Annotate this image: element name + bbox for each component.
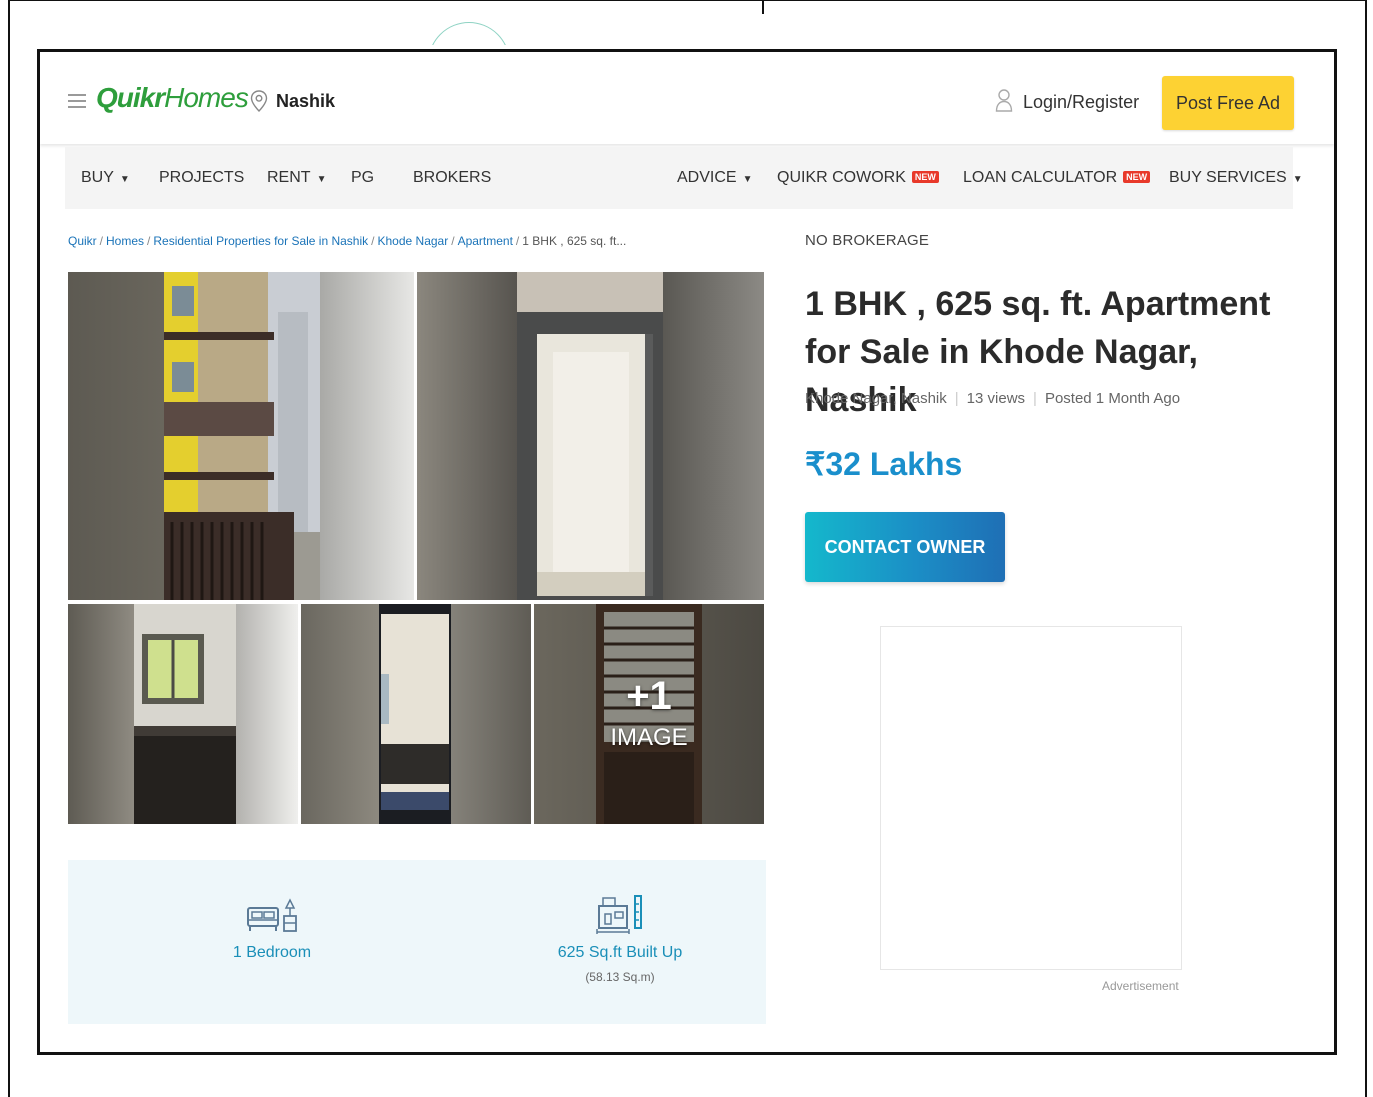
doorway-photo-art	[417, 272, 764, 600]
meta-separator: |	[1033, 390, 1037, 407]
breadcrumb-quikr[interactable]: Quikr	[68, 234, 97, 248]
more-images-overlay: +1 IMAGE	[534, 604, 764, 824]
breadcrumb-khode-nagar[interactable]: Khode Nagar	[378, 234, 449, 248]
built-up-area: 625 Sq.ft Built Up	[557, 944, 683, 961]
nav-item-rent[interactable]: RENT ▼	[267, 169, 326, 187]
nav-item-projects[interactable]: PROJECTS	[159, 169, 244, 187]
logo-homes: Homes	[164, 82, 249, 113]
property-specs: 1 Bedroom 625 Sq.ft Built Up (58.13 Sq.m…	[68, 860, 766, 1024]
city-selector[interactable]: Nashik	[250, 90, 335, 112]
nav-label: QUIKR COWORK	[777, 169, 906, 186]
menu-icon[interactable]	[68, 94, 86, 112]
login-label: Login/Register	[1023, 92, 1140, 112]
nav-label: PG	[351, 169, 375, 186]
login-register-link[interactable]: Login/Register	[995, 88, 1139, 117]
spec-area: 625 Sq.ft Built Up (58.13 Sq.m)	[510, 888, 730, 984]
nav-item-buy-services[interactable]: BUY SERVICES ▼	[1169, 169, 1303, 187]
nav-item-brokers[interactable]: BROKERS	[413, 169, 491, 187]
listing-posted: Posted 1 Month Ago	[1044, 390, 1181, 407]
new-badge: NEW	[1123, 171, 1151, 183]
nav-item-quikr-cowork[interactable]: QUIKR COWORK NEW	[777, 169, 939, 187]
more-images-label: IMAGE	[610, 724, 688, 751]
breadcrumb-current: 1 BHK , 625 sq. ft...	[522, 234, 627, 248]
site-header: QuikrHomes Nashik Login/Register Post Fr…	[40, 52, 1334, 144]
building-photo-art	[68, 272, 414, 600]
bedroom-count: 1 Bedroom	[232, 944, 312, 961]
browser-viewport: QuikrHomes Nashik Login/Register Post Fr…	[37, 49, 1337, 1055]
breadcrumb-separator: /	[515, 234, 520, 248]
nav-label: BUY	[81, 169, 114, 186]
caret-down-icon: ▼	[1292, 174, 1303, 185]
caret-down-icon: ▼	[742, 174, 753, 185]
property-photo-kitchen[interactable]	[301, 604, 531, 824]
property-photo-more[interactable]: +1 IMAGE	[534, 604, 764, 824]
nav-item-pg[interactable]: PG	[351, 169, 374, 187]
breadcrumb-separator: /	[371, 234, 375, 248]
new-badge: NEW	[911, 171, 939, 183]
main-nav: BUY ▼ PROJECTS RENT ▼ PG BROKERS ADVICE ▼ Q…	[65, 147, 1303, 209]
breadcrumb-residential-nashik[interactable]: Residential Properties for Sale in Nashi…	[153, 234, 368, 248]
user-icon	[995, 88, 1013, 117]
caret-down-icon: ▼	[316, 174, 327, 185]
city-name: Nashik	[276, 90, 336, 111]
breadcrumb-apartment[interactable]: Apartment	[458, 234, 513, 248]
nav-label: BROKERS	[413, 169, 492, 186]
breadcrumb-separator: /	[99, 234, 104, 248]
property-photo-doorway[interactable]	[417, 272, 764, 600]
post-free-ad-button[interactable]: Post Free Ad	[1162, 76, 1294, 130]
spec-bedroom: 1 Bedroom	[162, 888, 382, 962]
nav-label: PROJECTS	[159, 169, 245, 186]
bed-icon	[162, 888, 382, 934]
caret-down-icon: ▼	[119, 174, 130, 185]
nav-label: LOAN CALCULATOR	[963, 169, 1118, 186]
nav-label: ADVICE	[677, 169, 737, 186]
breadcrumb-homes[interactable]: Homes	[106, 234, 144, 248]
nav-item-loan-calculator[interactable]: LOAN CALCULATOR NEW	[963, 169, 1151, 187]
quikrhomes-logo[interactable]: QuikrHomes	[96, 82, 249, 114]
built-up-area-sqm: (58.13 Sq.m)	[585, 970, 655, 984]
logo-quikr: Quikr	[96, 82, 165, 113]
nav-item-buy[interactable]: BUY ▼	[81, 169, 130, 187]
advertisement-slot[interactable]	[880, 626, 1182, 970]
frame-notch	[762, 0, 764, 14]
nav-label: BUY SERVICES	[1169, 169, 1287, 186]
listing-location: Khode Nagar, Nashik	[805, 390, 947, 407]
area-icon	[510, 888, 730, 934]
advertisement-label: Advertisement	[1102, 979, 1179, 993]
more-images-count: +1	[626, 674, 672, 718]
meta-separator: |	[954, 390, 959, 407]
kitchen-photo-art	[301, 604, 531, 824]
contact-owner-button[interactable]: CONTACT OWNER	[805, 512, 1005, 582]
nav-item-advice[interactable]: ADVICE ▼	[677, 169, 752, 187]
property-photo-building[interactable]	[68, 272, 414, 600]
breadcrumb: Quikr / Homes / Residential Properties for S…	[68, 234, 626, 248]
listing-meta: Khode Nagar, Nashik | 13 views | Posted 1 Mo…	[805, 390, 1180, 407]
window-photo-art	[68, 604, 298, 824]
no-brokerage-tag: NO BROKERAGE	[805, 232, 930, 249]
location-pin-icon	[250, 90, 268, 112]
listing-price: ₹32 Lakhs	[805, 446, 963, 482]
listing-views: 13 views	[966, 390, 1026, 407]
breadcrumb-separator: /	[451, 234, 455, 248]
nav-label: RENT	[267, 169, 311, 186]
property-photo-window[interactable]	[68, 604, 298, 824]
breadcrumb-separator: /	[147, 234, 151, 248]
